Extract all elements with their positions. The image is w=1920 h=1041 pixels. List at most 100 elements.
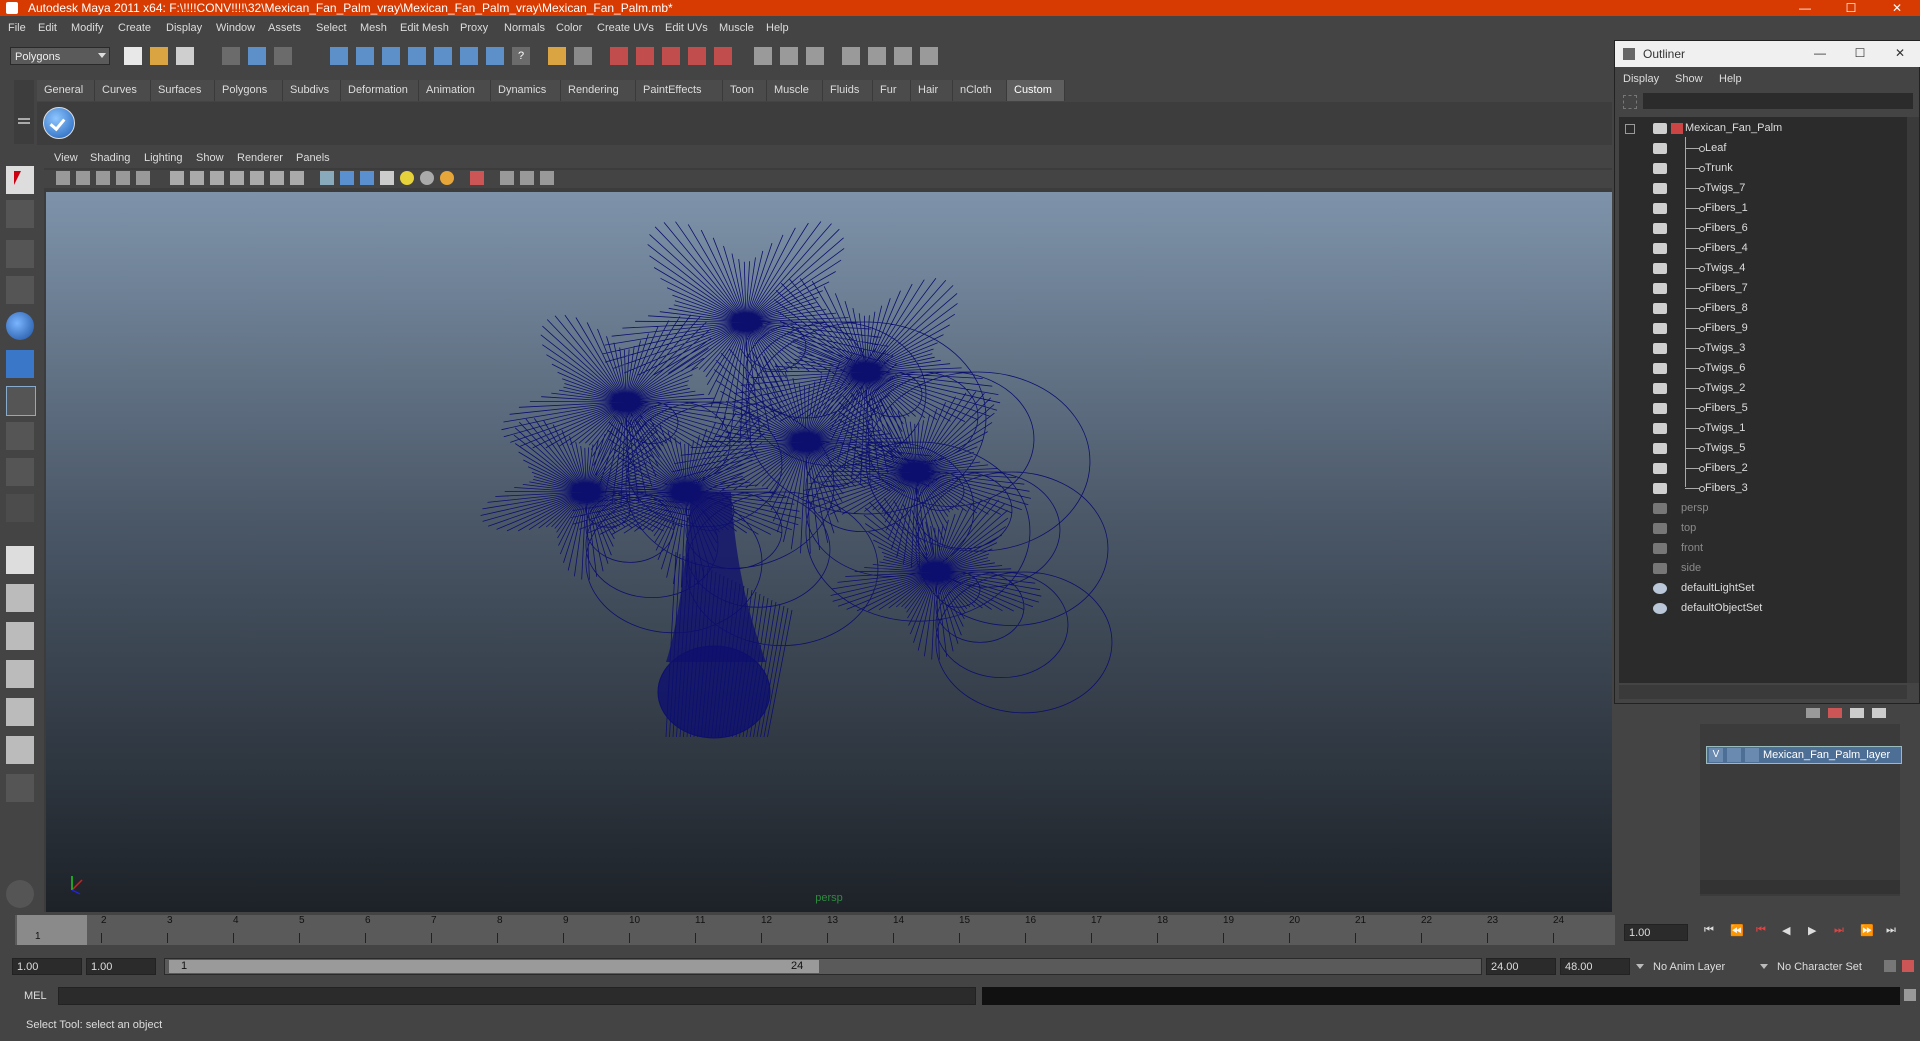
outliner-menu-help[interactable]: Help [1719,73,1742,85]
filter-icon[interactable] [1623,95,1637,109]
layout-menu-icon[interactable] [6,774,34,802]
outliner-item-leaf[interactable]: Leaf [1619,139,1907,159]
wireframe-on-shaded-icon[interactable] [360,171,374,185]
menu-help[interactable]: Help [766,22,789,34]
tab-custom[interactable]: Custom [1007,80,1065,101]
key-icon[interactable] [1884,960,1896,972]
xray-joints-icon[interactable] [520,171,534,185]
field-chart-icon[interactable] [250,171,264,185]
tab-curves[interactable]: Curves [95,80,151,101]
outliner-item-top[interactable]: top [1619,519,1907,539]
start-time-field[interactable]: 1.00 [12,958,82,975]
new-layer-icon[interactable] [1850,708,1864,718]
open-scene-icon[interactable] [150,47,168,65]
play-forwards-icon[interactable]: ▶ [1808,924,1816,937]
show-manip-icon[interactable] [6,458,34,486]
outliner-item-twigs-2[interactable]: Twigs_2 [1619,379,1907,399]
outliner-item-trunk[interactable]: Trunk [1619,159,1907,179]
panel-menu-show[interactable]: Show [196,152,224,164]
layer-color-swatch[interactable] [1745,748,1759,762]
construction-icon[interactable] [486,47,504,65]
menu-display[interactable]: Display [166,22,202,34]
xray-icon[interactable] [500,171,514,185]
menu-muscle[interactable]: Muscle [719,22,754,34]
minimize-button[interactable]: — [1782,0,1828,16]
outliner-horizontal-scrollbar[interactable] [1619,685,1907,699]
tool-settings-icon[interactable] [780,47,798,65]
step-back-frame-icon[interactable]: ⏪ [1730,924,1744,937]
menu-normals[interactable]: Normals [504,22,545,34]
outliner-item-side[interactable]: side [1619,559,1907,579]
outliner-item-fibers-5[interactable]: Fibers_5 [1619,399,1907,419]
hand-tool-icon[interactable] [6,880,34,908]
shelf-options-handle[interactable] [14,80,34,144]
film-gate-icon[interactable] [190,171,204,185]
collapse-toggle-icon[interactable] [1625,124,1635,134]
close-button[interactable]: ✕ [1874,0,1920,16]
panel-menu-renderer[interactable]: Renderer [237,152,283,164]
sidebar-icon[interactable] [920,47,938,65]
outliner-item-mexican-fan-palm[interactable]: Mexican_Fan_Palm [1619,119,1907,139]
grid-toggle-icon[interactable] [170,171,184,185]
animation-preferences-icon[interactable] [1902,960,1914,972]
select-hierarchy-icon[interactable] [222,47,240,65]
menu-file[interactable]: File [8,22,26,34]
new-scene-icon[interactable] [124,47,142,65]
layer-editor-icon[interactable] [894,47,912,65]
outliner-item-twigs-4[interactable]: Twigs_4 [1619,259,1907,279]
step-back-key-icon[interactable]: ⏮ [1756,924,1766,937]
outliner-menu-show[interactable]: Show [1675,73,1703,85]
anim-layer-select[interactable]: No Anim Layer [1648,958,1748,975]
outliner-item-defaultlightset[interactable]: defaultLightSet [1619,579,1907,599]
lock-icon[interactable] [548,47,566,65]
outliner-menu-display[interactable]: Display [1623,73,1659,85]
outliner-item-twigs-1[interactable]: Twigs_1 [1619,419,1907,439]
ipr-render-icon[interactable] [636,47,654,65]
viewport-scene[interactable]: persp [46,192,1612,912]
command-input[interactable] [58,987,976,1005]
panel-menu-view[interactable]: View [54,152,78,164]
menu-edit[interactable]: Edit [38,22,57,34]
use-all-lights-icon[interactable] [400,171,414,185]
render-frame-icon[interactable] [610,47,628,65]
tab-muscle[interactable]: Muscle [767,80,823,101]
tab-ncloth[interactable]: nCloth [953,80,1007,101]
checkmark-shelf-icon[interactable] [43,107,75,139]
attribute-editor-icon[interactable] [754,47,772,65]
outliner-item-persp[interactable]: persp [1619,499,1907,519]
outliner-persp-layout-icon[interactable] [6,622,34,650]
menu-edit-mesh[interactable]: Edit Mesh [400,22,449,34]
outliner-vertical-scrollbar[interactable] [1907,117,1919,683]
shadows-icon[interactable] [420,171,434,185]
render-settings-icon[interactable] [662,47,680,65]
lasso-tool-icon[interactable] [6,200,34,228]
high-quality-lighting-icon[interactable] [440,171,454,185]
current-time-indicator[interactable]: 1 [17,915,87,945]
menu-set-select[interactable]: Polygons [10,47,110,65]
layer-options-icon[interactable] [1806,708,1820,718]
maximize-button[interactable]: ☐ [1828,0,1874,16]
panel-menu-panels[interactable]: Panels [296,152,330,164]
snap-point-icon[interactable] [382,47,400,65]
scale-tool-icon[interactable] [6,350,34,378]
tab-dynamics[interactable]: Dynamics [491,80,561,101]
menu-select[interactable]: Select [316,22,347,34]
gate-mask-icon[interactable] [230,171,244,185]
range-slider-track[interactable]: 1 24 [164,958,1482,975]
smooth-shading-icon[interactable] [340,171,354,185]
time-slider-track[interactable]: 123456789101112131415161718192021222324 [15,915,1615,945]
menu-modify[interactable]: Modify [71,22,103,34]
backface-culling-icon[interactable] [540,171,554,185]
tab-subdivs[interactable]: Subdivs [283,80,341,101]
character-set-select[interactable]: No Character Set [1772,958,1880,975]
toggle-panel-icon[interactable] [842,47,860,65]
camera-attributes-icon[interactable] [56,171,70,185]
textured-icon[interactable] [380,171,394,185]
outliner-item-front[interactable]: front [1619,539,1907,559]
render-view-icon[interactable] [714,47,732,65]
command-language-label[interactable]: MEL [24,990,47,1002]
snap-curve-icon[interactable] [356,47,374,65]
layer-horizontal-scrollbar[interactable] [1700,880,1900,894]
step-forward-key-icon[interactable]: ⏭ [1834,924,1844,937]
play-backwards-icon[interactable]: ◀ [1782,924,1790,937]
